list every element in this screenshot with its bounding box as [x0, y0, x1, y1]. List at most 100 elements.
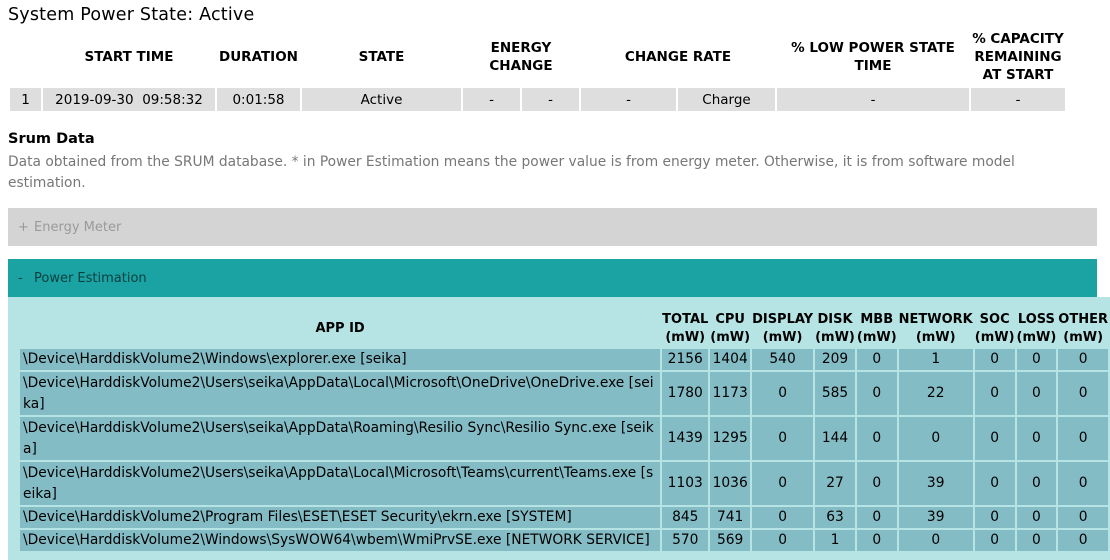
total-cell: 2156 [662, 349, 709, 370]
app-id-cell: \Device\HarddiskVolume2\Users\seika\AppD… [20, 462, 661, 505]
soc-cell: 0 [974, 349, 1015, 370]
power-state-table: START TIME DURATION STATE ENERGY CHANGE … [8, 30, 1067, 111]
network-cell: 1 [898, 349, 973, 370]
soc-cell: 0 [974, 530, 1015, 551]
power-estimation-table: APP ID TOTAL (mW) CPU (mW) DISPLAY (mW) … [18, 309, 1110, 553]
loss-cell: 0 [1016, 530, 1057, 551]
table-row: \Device\HarddiskVolume2\Users\seika\AppD… [20, 462, 1108, 505]
mbb-cell: 0 [856, 417, 897, 460]
cpu-cell: 1295 [710, 417, 751, 460]
table-row: \Device\HarddiskVolume2\Users\seika\AppD… [20, 417, 1108, 460]
network-cell: 0 [898, 417, 973, 460]
col-other-header: OTHER (mW) [1058, 312, 1108, 345]
change-rate-cell-a: - [581, 88, 676, 111]
other-cell: 0 [1058, 462, 1108, 505]
mbb-cell: 0 [856, 462, 897, 505]
col-low-power-header: % LOW POWER STATE TIME [791, 40, 955, 74]
loss-cell: 0 [1016, 349, 1057, 370]
col-mbb-header: MBB (mW) [856, 312, 897, 345]
cpu-cell: 1404 [710, 349, 751, 370]
disk-cell: 144 [815, 417, 855, 460]
loss-cell: 0 [1016, 462, 1057, 505]
network-cell: 0 [898, 530, 973, 551]
soc-cell: 0 [974, 417, 1015, 460]
total-cell: 1103 [662, 462, 709, 505]
other-cell: 0 [1058, 349, 1108, 370]
disk-cell: 63 [815, 507, 855, 528]
col-state-header: STATE [358, 49, 405, 65]
energy-change-cell-a: - [463, 88, 520, 111]
display-cell: 540 [752, 349, 814, 370]
col-cpu-header: CPU (mW) [710, 312, 751, 345]
total-cell: 570 [662, 530, 709, 551]
col-disk-header: DISK (mW) [815, 312, 855, 345]
other-cell: 0 [1058, 507, 1108, 528]
power-estimation-label: Power Estimation [34, 271, 147, 286]
mbb-cell: 0 [856, 349, 897, 370]
other-cell: 0 [1058, 417, 1108, 460]
col-start-time-header: START TIME [84, 49, 174, 65]
power-estimation-toggle[interactable]: - Power Estimation [8, 259, 1097, 297]
display-cell: 0 [752, 462, 814, 505]
expand-icon: + [18, 220, 29, 235]
duration-cell: 0:01:58 [217, 88, 300, 111]
col-capacity-header: % CAPACITY REMAINING AT START [972, 31, 1064, 83]
col-loss-header: LOSS (mW) [1016, 312, 1057, 345]
power-state-row: 1 2019-09-30 09:58:32 0:01:58 Active - -… [10, 88, 1065, 111]
col-total-header: TOTAL (mW) [662, 312, 709, 345]
col-energy-change-header: ENERGY CHANGE [489, 40, 553, 74]
low-power-time-cell: - [777, 88, 969, 111]
table-row: \Device\HarddiskVolume2\Users\seika\AppD… [20, 372, 1108, 415]
energy-meter-toggle[interactable]: + Energy Meter [8, 208, 1097, 246]
cpu-cell: 1173 [710, 372, 751, 415]
app-id-cell: \Device\HarddiskVolume2\Program Files\ES… [20, 507, 661, 528]
display-cell: 0 [752, 417, 814, 460]
app-id-cell: \Device\HarddiskVolume2\Users\seika\AppD… [20, 372, 661, 415]
mbb-cell: 0 [856, 507, 897, 528]
soc-cell: 0 [974, 372, 1015, 415]
network-cell: 39 [898, 462, 973, 505]
row-index: 1 [10, 88, 41, 111]
table-row: \Device\HarddiskVolume2\Windows\SysWOW64… [20, 530, 1108, 551]
cpu-cell: 741 [710, 507, 751, 528]
cpu-cell: 569 [710, 530, 751, 551]
disk-cell: 585 [815, 372, 855, 415]
srum-description: Data obtained from the SRUM database. * … [8, 154, 1015, 191]
cpu-cell: 1036 [710, 462, 751, 505]
srum-title: Srum Data [8, 131, 95, 147]
power-estimation-panel: APP ID TOTAL (mW) CPU (mW) DISPLAY (mW) … [8, 297, 1110, 560]
disk-cell: 1 [815, 530, 855, 551]
col-index-header [10, 30, 41, 84]
display-cell: 0 [752, 372, 814, 415]
app-id-cell: \Device\HarddiskVolume2\Windows\SysWOW64… [20, 530, 661, 551]
app-id-cell: \Device\HarddiskVolume2\Windows\explorer… [20, 349, 661, 370]
loss-cell: 0 [1016, 507, 1057, 528]
display-cell: 0 [752, 530, 814, 551]
total-cell: 1780 [662, 372, 709, 415]
capacity-remaining-cell: - [971, 88, 1065, 111]
start-time-cell: 2019-09-30 09:58:32 [43, 88, 215, 111]
other-cell: 0 [1058, 530, 1108, 551]
disk-cell: 209 [815, 349, 855, 370]
network-cell: 39 [898, 507, 973, 528]
total-cell: 1439 [662, 417, 709, 460]
soc-cell: 0 [974, 462, 1015, 505]
loss-cell: 0 [1016, 372, 1057, 415]
energy-meter-label: Energy Meter [34, 220, 122, 235]
network-cell: 22 [898, 372, 973, 415]
loss-cell: 0 [1016, 417, 1057, 460]
mbb-cell: 0 [856, 530, 897, 551]
state-cell: Active [302, 88, 461, 111]
col-app-id-header: APP ID [315, 321, 365, 336]
total-cell: 845 [662, 507, 709, 528]
col-display-header: DISPLAY (mW) [752, 312, 814, 345]
display-cell: 0 [752, 507, 814, 528]
change-rate-cell-b: Charge [678, 88, 775, 111]
page-title: System Power State: Active [8, 5, 255, 25]
disk-cell: 27 [815, 462, 855, 505]
table-row: \Device\HarddiskVolume2\Program Files\ES… [20, 507, 1108, 528]
soc-cell: 0 [974, 507, 1015, 528]
app-id-cell: \Device\HarddiskVolume2\Users\seika\AppD… [20, 417, 661, 460]
col-network-header: NETWORK (mW) [898, 312, 973, 345]
energy-change-cell-b: - [522, 88, 579, 111]
